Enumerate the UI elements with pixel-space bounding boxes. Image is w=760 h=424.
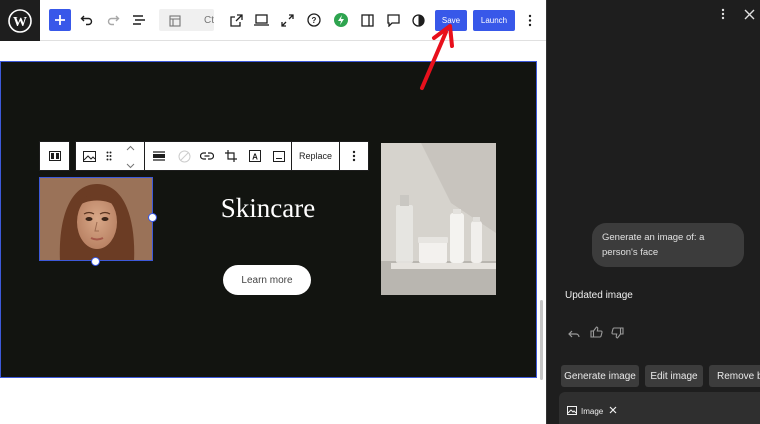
align-icon[interactable] <box>145 142 173 170</box>
external-link-icon[interactable] <box>229 8 243 32</box>
block-controls-group: A Replace <box>75 141 370 171</box>
generate-image-button[interactable]: Generate image <box>561 365 639 387</box>
block-type-group <box>39 141 70 171</box>
undo-icon[interactable] <box>78 8 96 32</box>
caption-icon[interactable] <box>267 142 291 170</box>
link-icon[interactable] <box>195 142 219 170</box>
thumbs-down-icon[interactable] <box>611 326 624 344</box>
thumbs-up-icon[interactable] <box>590 325 603 343</box>
wordpress-logo-icon[interactable]: W <box>0 0 40 41</box>
move-down-icon[interactable] <box>126 156 135 174</box>
resize-handle-right[interactable] <box>148 213 157 222</box>
image-icon[interactable] <box>76 142 102 170</box>
retry-icon[interactable] <box>568 326 580 344</box>
svg-text:A: A <box>252 153 258 162</box>
crop-icon[interactable] <box>219 142 243 170</box>
image-attachment-chip[interactable]: Image <box>567 403 617 419</box>
replace-button[interactable]: Replace <box>292 142 339 170</box>
help-icon[interactable]: ? <box>306 8 322 32</box>
block-toolbar: A Replace <box>39 141 370 171</box>
text-overlay-icon[interactable]: A <box>243 142 267 170</box>
close-icon[interactable] <box>744 7 755 25</box>
duotone-icon[interactable] <box>173 142 195 170</box>
launch-button[interactable]: Launch <box>473 10 515 31</box>
sidebar-more-icon[interactable] <box>721 7 725 25</box>
desktop-icon[interactable] <box>253 8 269 32</box>
plus-icon[interactable] <box>49 9 71 31</box>
remove-attachment-icon[interactable] <box>609 406 617 416</box>
annotation-arrow <box>420 24 454 90</box>
resize-handle-bottom[interactable] <box>91 257 100 266</box>
product-image[interactable] <box>381 143 496 295</box>
heading-line-2: Skincare <box>220 193 316 223</box>
fullscreen-icon[interactable] <box>280 8 294 32</box>
comment-icon[interactable] <box>385 8 401 32</box>
more-options-icon[interactable] <box>340 142 368 170</box>
learn-more-button[interactable]: Learn more <box>223 265 311 295</box>
editor-toolbar: W Ctrl ? Save Launch <box>0 0 546 41</box>
svg-text:?: ? <box>312 16 317 25</box>
sidebar-icon[interactable] <box>359 8 375 32</box>
user-message: Generate an image of: a person's face <box>592 223 744 267</box>
move-arrows <box>116 142 144 170</box>
ai-assistant-sidebar: Generate an image of: a person's face Up… <box>546 0 760 424</box>
canvas-scrollbar[interactable] <box>540 300 543 380</box>
document-bar-text: Ctrl <box>204 14 214 26</box>
image-icon <box>567 405 577 417</box>
edit-image-button[interactable]: Edit image <box>645 365 703 387</box>
remove-background-button[interactable]: Remove background <box>709 365 760 387</box>
bolt-icon[interactable] <box>333 8 349 32</box>
template-icon <box>169 14 181 31</box>
attachment-label: Image <box>581 406 604 416</box>
selected-face-image[interactable] <box>39 177 153 261</box>
list-view-icon[interactable] <box>130 8 148 32</box>
svg-text:W: W <box>13 15 27 30</box>
media-text-icon[interactable] <box>40 142 69 170</box>
document-bar[interactable]: Ctrl <box>159 9 214 31</box>
drag-handle-icon[interactable] <box>102 142 116 170</box>
move-up-icon[interactable] <box>126 138 135 156</box>
assistant-reply: Updated image <box>565 290 633 301</box>
replace-label: Replace <box>299 151 333 161</box>
redo-icon[interactable] <box>104 8 122 32</box>
more-vertical-icon[interactable] <box>522 8 538 32</box>
